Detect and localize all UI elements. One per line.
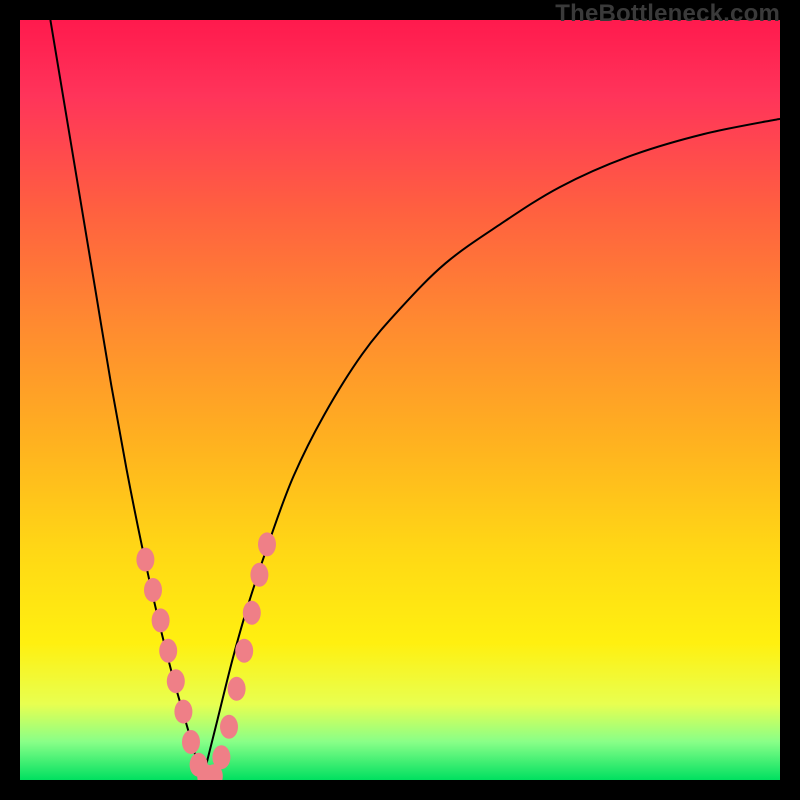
app-frame: TheBottleneck.com xyxy=(0,0,800,800)
chart-plot-area xyxy=(20,20,780,780)
chart-marker xyxy=(182,730,200,754)
chart-svg xyxy=(20,20,780,780)
chart-marker xyxy=(144,578,162,602)
chart-marker xyxy=(243,601,261,625)
chart-marker xyxy=(258,532,276,556)
curve-left-branch xyxy=(50,20,202,780)
chart-marker xyxy=(174,700,192,724)
chart-marker xyxy=(250,563,268,587)
marker-group xyxy=(136,532,276,780)
chart-marker xyxy=(159,639,177,663)
chart-marker xyxy=(228,677,246,701)
curve-right-branch xyxy=(202,119,780,780)
chart-marker xyxy=(167,669,185,693)
chart-marker xyxy=(136,548,154,572)
attribution-text: TheBottleneck.com xyxy=(555,0,780,28)
chart-marker xyxy=(212,745,230,769)
chart-marker xyxy=(152,608,170,632)
chart-marker xyxy=(220,715,238,739)
chart-marker xyxy=(235,639,253,663)
